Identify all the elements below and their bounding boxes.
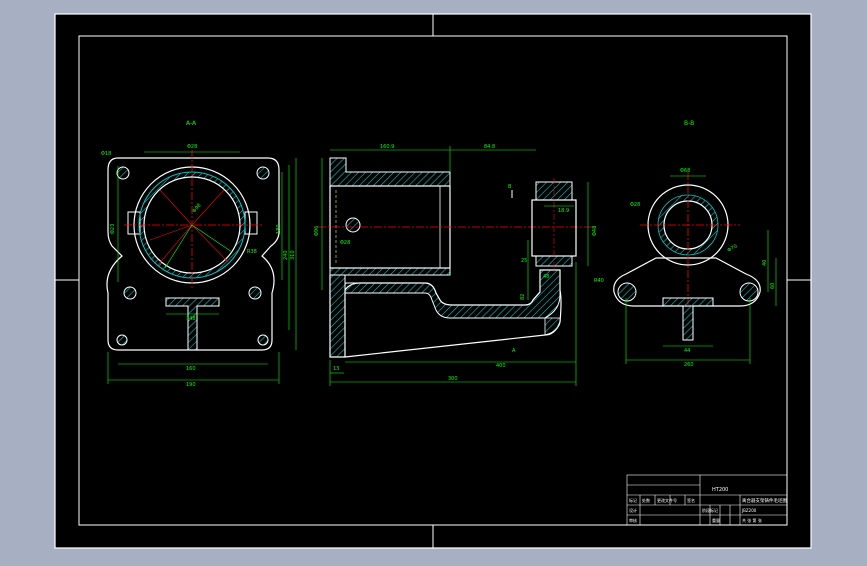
svg-text:Φ23: Φ23 xyxy=(110,224,116,234)
svg-text:B: B xyxy=(508,184,512,190)
svg-text:18.9: 18.9 xyxy=(558,208,569,214)
svg-text:A: A xyxy=(512,348,516,354)
material: HT200 xyxy=(712,487,728,493)
svg-text:310: 310 xyxy=(290,250,296,260)
svg-text:40: 40 xyxy=(762,260,768,266)
svg-text:190: 190 xyxy=(186,382,196,388)
svg-text:300: 300 xyxy=(448,376,458,382)
view-label-left: A-A xyxy=(186,120,197,127)
drawing-canvas[interactable]: A-A Φ18 Φ28 Φ23 Φ98 R38 180 240 310 148 … xyxy=(0,0,867,562)
svg-text:60: 60 xyxy=(770,283,776,289)
cad-drawing-window: A-A Φ18 Φ28 Φ23 Φ98 R38 180 240 310 148 … xyxy=(0,0,867,562)
svg-text:400: 400 xyxy=(496,363,506,369)
svg-text:180: 180 xyxy=(276,224,282,234)
svg-text:更改文件号: 更改文件号 xyxy=(657,497,677,503)
svg-text:82: 82 xyxy=(520,294,526,300)
svg-text:44: 44 xyxy=(684,348,690,354)
svg-text:R38: R38 xyxy=(247,249,257,255)
svg-text:R40: R40 xyxy=(594,278,604,284)
svg-text:Φ28: Φ28 xyxy=(630,202,640,208)
svg-text:84.8: 84.8 xyxy=(484,144,495,150)
svg-text:标记: 标记 xyxy=(629,497,637,503)
svg-text:Φ28: Φ28 xyxy=(187,144,197,150)
svg-text:审核: 审核 xyxy=(629,517,637,523)
svg-text:处数: 处数 xyxy=(642,497,650,503)
svg-text:160: 160 xyxy=(186,366,196,372)
svg-text:Φ28: Φ28 xyxy=(340,240,350,246)
svg-text:13: 13 xyxy=(333,366,339,372)
svg-text:Φ18: Φ18 xyxy=(101,151,111,157)
svg-text:签名: 签名 xyxy=(687,497,695,503)
drawing-sheet xyxy=(54,13,812,549)
svg-text:Φ48: Φ48 xyxy=(592,226,598,236)
svg-text:共 张 第 张: 共 张 第 张 xyxy=(742,517,762,523)
svg-text:Φ68: Φ68 xyxy=(680,168,690,174)
svg-text:48: 48 xyxy=(543,274,549,280)
svg-text:Φ96: Φ96 xyxy=(314,226,320,236)
svg-text:重量: 重量 xyxy=(712,517,720,523)
svg-text:阶段标记: 阶段标记 xyxy=(702,507,718,513)
view-label-right: B-B xyxy=(684,120,694,127)
svg-text:260: 260 xyxy=(684,362,694,368)
svg-text:25: 25 xyxy=(521,258,527,264)
svg-text:设计: 设计 xyxy=(629,507,637,513)
svg-text:160.9: 160.9 xyxy=(380,144,394,150)
svg-text:148: 148 xyxy=(186,316,196,322)
svg-text:JBZ200: JBZ200 xyxy=(741,508,757,513)
drawing-name: 离合器支架铸件毛坯图 xyxy=(742,497,787,504)
svg-text:240: 240 xyxy=(283,250,289,260)
